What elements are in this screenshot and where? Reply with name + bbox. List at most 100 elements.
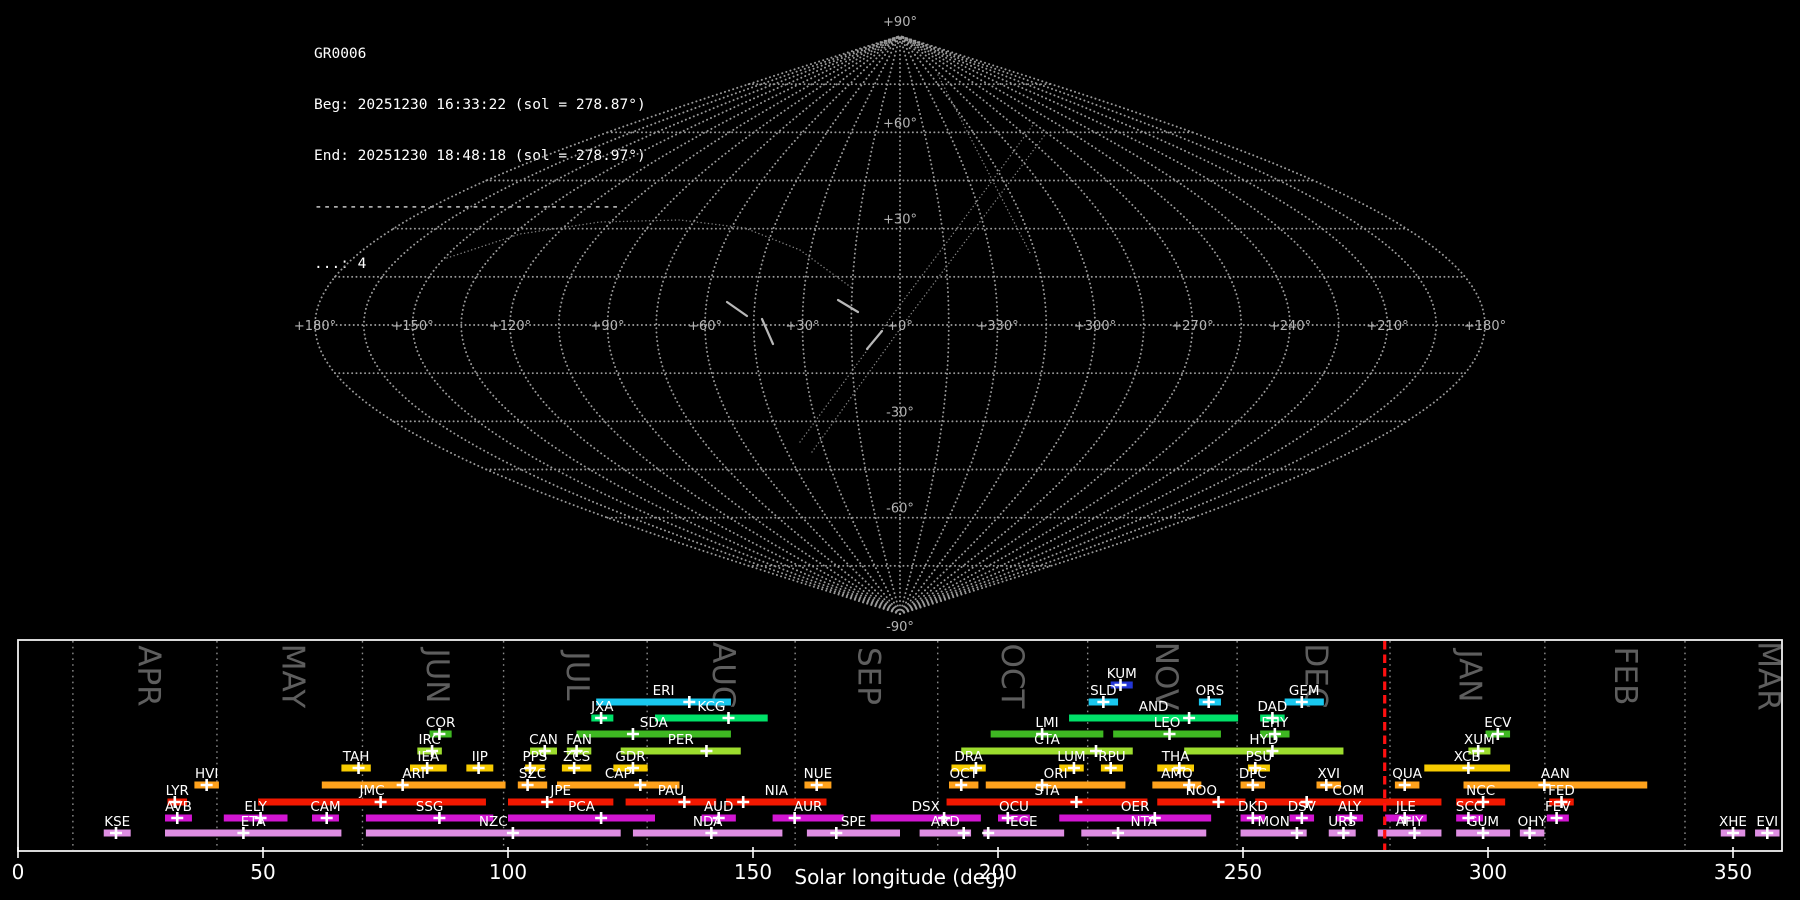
shower-label-ARI: ARI <box>402 766 425 782</box>
shower-label-PPS: PPS <box>523 749 548 765</box>
shower-label-ORI: ORI <box>1044 766 1068 782</box>
shower-label-LEO: LEO <box>1154 715 1181 731</box>
x-tick-label-100: 100 <box>489 860 527 884</box>
shower-label-SCC: SCC <box>1456 799 1483 815</box>
shower-label-AHY: AHY <box>1396 814 1424 830</box>
shower-bar-EGE <box>983 829 1065 837</box>
shower-label-EGE: EGE <box>1010 814 1038 830</box>
shower-label-IEA: IEA <box>418 749 441 765</box>
shower-bar-ETA <box>165 829 342 837</box>
shower-peak-SDA <box>626 728 639 740</box>
x-tick-label-50: 50 <box>250 860 275 884</box>
shower-bar-SSG <box>365 814 494 822</box>
shower-bar-JMC <box>258 798 486 806</box>
shower-label-AMO: AMO <box>1161 766 1193 782</box>
shower-label-CAP: CAP <box>605 766 632 782</box>
shower-label-AUR: AUR <box>794 799 823 815</box>
shower-label-JLE: JLE <box>1395 799 1416 815</box>
shower-label-OHY: OHY <box>1518 814 1548 830</box>
sky-curve-great-circle-a <box>799 121 1036 443</box>
shower-label-KUM: KUM <box>1107 666 1137 682</box>
shower-bar-NZC <box>365 829 621 837</box>
shower-label-MON: MON <box>1257 814 1289 830</box>
shower-label-HYD: HYD <box>1249 732 1278 748</box>
shower-peak-EGE <box>982 827 995 839</box>
shower-label-NDA: NDA <box>693 814 723 830</box>
shower-peak-NTA <box>1112 827 1125 839</box>
sky-lat-label: -30° <box>886 405 914 420</box>
x-tick-label-350: 350 <box>1714 860 1752 884</box>
shower-label-XHE: XHE <box>1719 814 1747 830</box>
shower-label-SDA: SDA <box>640 715 669 731</box>
sky-lon-label: +330° <box>976 319 1018 334</box>
shower-label-SLD: SLD <box>1090 683 1117 699</box>
shower-label-ERI: ERI <box>653 683 675 699</box>
shower-label-AVB: AVB <box>165 799 192 815</box>
shower-label-DSV: DSV <box>1288 799 1317 815</box>
month-label-SEP: SEP <box>850 647 886 705</box>
shower-label-NCC: NCC <box>1466 783 1495 799</box>
meteor-trail-3 <box>836 298 860 314</box>
month-label-OCT: OCT <box>994 644 1030 710</box>
shower-label-TAH: TAH <box>342 749 370 765</box>
sky-lon-label: +30° <box>786 319 820 334</box>
shower-label-RPU: RPU <box>1098 749 1125 765</box>
shower-bar-STA <box>946 798 1148 806</box>
shower-label-DAD: DAD <box>1258 699 1288 715</box>
shower-label-DPC: DPC <box>1239 766 1267 782</box>
shower-bar-NTA <box>1081 829 1207 837</box>
shower-label-DSX: DSX <box>912 799 940 815</box>
shower-label-GUM: GUM <box>1467 814 1499 830</box>
shower-label-CAM: CAM <box>310 799 340 815</box>
shower-label-QUA: QUA <box>1392 766 1423 782</box>
sky-curve-ecliptic-arc <box>446 219 853 289</box>
sky-lon-label: +270° <box>1171 319 1213 334</box>
radiant-map-and-activity-plot: +180° +150° +120° +90° +60° +30° +0° +330° +300°… <box>12 15 1787 889</box>
shower-bar-SDA <box>576 730 731 738</box>
sky-lon-label: +210° <box>1366 319 1408 334</box>
sky-lon-label: +180° <box>1464 319 1506 334</box>
sky-lon-label: +60° <box>688 319 722 334</box>
shower-label-NUE: NUE <box>804 766 833 782</box>
month-label-JUL: JUL <box>559 649 595 701</box>
x-axis-title: Solar longitude (deg) <box>794 865 1005 889</box>
shower-label-ECV: ECV <box>1484 715 1512 731</box>
sky-lat-label: +60° <box>883 116 917 131</box>
shower-label-LUM: LUM <box>1057 749 1085 765</box>
shower-peak-PCA <box>595 812 608 824</box>
shower-label-EVI: EVI <box>1756 814 1778 830</box>
shower-label-ARD: ARD <box>931 814 960 830</box>
shower-label-KSE: KSE <box>104 814 130 830</box>
shower-bar-JPE <box>508 798 614 806</box>
shower-label-XCB: XCB <box>1454 749 1481 765</box>
shower-label-NZC: NZC <box>479 814 508 830</box>
x-tick-label-300: 300 <box>1469 860 1507 884</box>
shower-bar-NOO <box>1157 798 1246 806</box>
shower-peak-STA <box>1070 796 1083 808</box>
shower-label-JXA: JXA <box>590 699 614 715</box>
sky-lon-label: +240° <box>1269 319 1311 334</box>
shower-label-ALY: ALY <box>1338 799 1362 815</box>
shower-peak-AND <box>1183 712 1196 724</box>
shower-label-AUD: AUD <box>704 799 734 815</box>
shower-label-ZCS: ZCS <box>563 749 590 765</box>
shower-bar-PAU <box>625 798 717 806</box>
shower-label-EHY: EHY <box>1261 715 1289 731</box>
shower-label-FED: FED <box>1548 783 1575 799</box>
shower-label-GEM: GEM <box>1289 683 1320 699</box>
shower-label-IIP: IIP <box>472 749 488 765</box>
shower-label-KCG: KCG <box>697 699 725 715</box>
shower-label-DRA: DRA <box>954 749 983 765</box>
shower-bar-PCA <box>508 814 655 822</box>
sky-lon-label: +0° <box>887 319 913 334</box>
shower-label-STA: STA <box>1034 783 1060 799</box>
shower-bar-DSX <box>870 814 981 822</box>
shower-label-OER: OER <box>1121 799 1150 815</box>
shower-label-URS: URS <box>1328 814 1356 830</box>
month-label-MAR: MAR <box>1750 641 1786 711</box>
sky-lon-label: +150° <box>391 319 433 334</box>
month-label-APR: APR <box>131 645 167 706</box>
app-window: GR0006 Beg: 20251230 16:33:22 (sol = 278… <box>0 0 1800 900</box>
shower-peak-PER <box>700 745 713 757</box>
x-tick-label-150: 150 <box>734 860 772 884</box>
